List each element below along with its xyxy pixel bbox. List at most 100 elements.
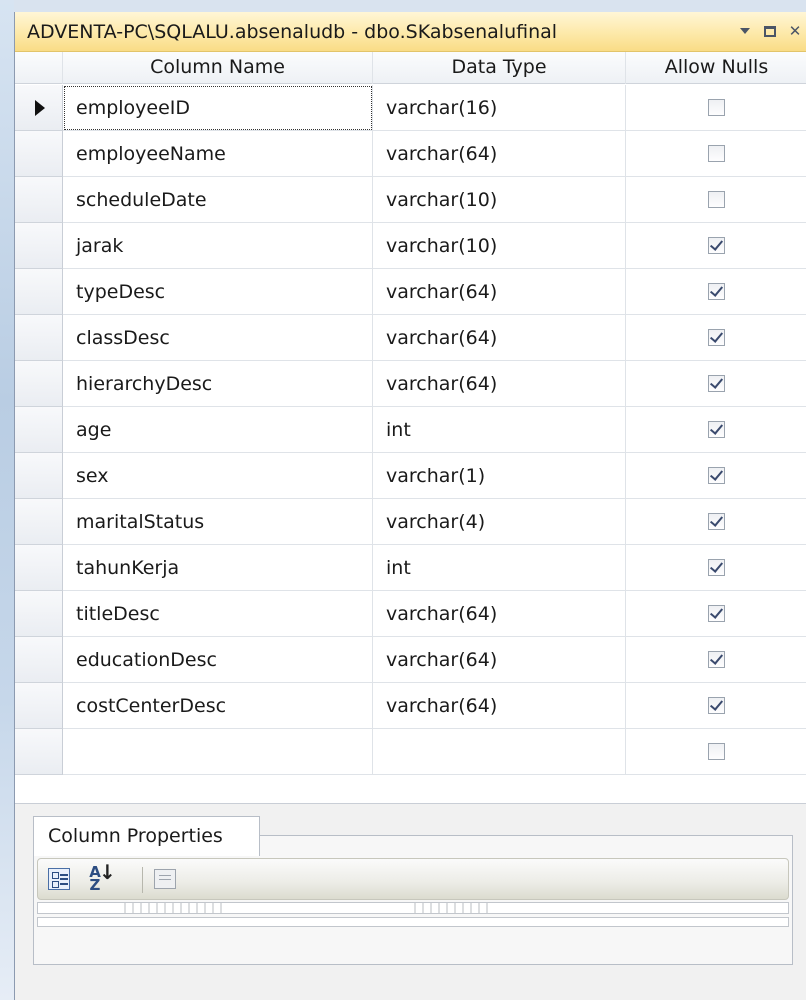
allow-nulls-checkbox[interactable] bbox=[708, 467, 725, 484]
data-type-cell[interactable]: varchar(64) bbox=[373, 591, 626, 637]
column-name-cell[interactable] bbox=[63, 729, 373, 775]
column-name-cell[interactable]: typeDesc bbox=[63, 269, 373, 315]
desktop-background-top bbox=[0, 0, 806, 12]
column-name-cell[interactable]: employeeName bbox=[63, 131, 373, 177]
row-selector[interactable] bbox=[15, 499, 63, 545]
allow-nulls-cell bbox=[626, 269, 806, 315]
table-row[interactable]: employeeName varchar(64) bbox=[15, 131, 806, 177]
table-row[interactable]: hierarchyDesc varchar(64) bbox=[15, 361, 806, 407]
allow-nulls-checkbox[interactable] bbox=[708, 651, 725, 668]
data-type-cell[interactable]: int bbox=[373, 407, 626, 453]
allow-nulls-checkbox[interactable] bbox=[708, 559, 725, 576]
row-selector[interactable] bbox=[15, 637, 63, 683]
data-type-cell[interactable]: varchar(64) bbox=[373, 269, 626, 315]
table-row[interactable]: educationDesc varchar(64) bbox=[15, 637, 806, 683]
column-name-cell[interactable]: hierarchyDesc bbox=[63, 361, 373, 407]
columns-grid: Column Name Data Type Allow Nulls employ… bbox=[15, 52, 806, 804]
alphabetical-sort-icon[interactable]: A Z ↓ bbox=[82, 862, 116, 893]
allow-nulls-checkbox[interactable] bbox=[708, 375, 725, 392]
table-row[interactable]: jarak varchar(10) bbox=[15, 223, 806, 269]
allow-nulls-checkbox[interactable] bbox=[708, 191, 725, 208]
table-row[interactable]: typeDesc varchar(64) bbox=[15, 269, 806, 315]
data-type-cell[interactable]: varchar(64) bbox=[373, 131, 626, 177]
categorized-view-icon[interactable] bbox=[46, 865, 72, 893]
data-type-cell[interactable]: varchar(64) bbox=[373, 637, 626, 683]
row-selector[interactable] bbox=[15, 683, 63, 729]
allow-nulls-checkbox[interactable] bbox=[708, 421, 725, 438]
close-icon[interactable]: ✕ bbox=[787, 22, 803, 40]
table-row[interactable]: age int bbox=[15, 407, 806, 453]
data-type-cell[interactable]: varchar(64) bbox=[373, 683, 626, 729]
allow-nulls-checkbox[interactable] bbox=[708, 697, 725, 714]
table-row[interactable] bbox=[15, 729, 806, 775]
allow-nulls-checkbox[interactable] bbox=[708, 145, 725, 162]
row-selector[interactable] bbox=[15, 729, 63, 775]
window-title: ADVENTA-PC\SQLALU.absenaludb - dbo.SKabs… bbox=[27, 21, 558, 43]
column-name-cell[interactable]: sex bbox=[63, 453, 373, 499]
column-name-cell[interactable]: age bbox=[63, 407, 373, 453]
property-pages-icon[interactable] bbox=[152, 865, 178, 893]
table-row[interactable]: employeeID varchar(16) bbox=[15, 85, 806, 131]
allow-nulls-checkbox[interactable] bbox=[708, 743, 725, 760]
column-name-cell[interactable]: maritalStatus bbox=[63, 499, 373, 545]
column-name-cell[interactable]: costCenterDesc bbox=[63, 683, 373, 729]
window-position-dropdown-icon[interactable] bbox=[737, 22, 753, 40]
row-selector[interactable] bbox=[15, 131, 63, 177]
table-row[interactable]: sex varchar(1) bbox=[15, 453, 806, 499]
table-designer-window: ADVENTA-PC\SQLALU.absenaludb - dbo.SKabs… bbox=[14, 12, 806, 1000]
data-type-cell[interactable]: varchar(10) bbox=[373, 177, 626, 223]
column-name-cell[interactable]: scheduleDate bbox=[63, 177, 373, 223]
allow-nulls-checkbox[interactable] bbox=[708, 237, 725, 254]
table-row[interactable]: maritalStatus varchar(4) bbox=[15, 499, 806, 545]
allow-nulls-checkbox[interactable] bbox=[708, 283, 725, 300]
toolbar-separator bbox=[142, 867, 143, 893]
tab-column-properties[interactable]: Column Properties bbox=[33, 816, 260, 856]
column-name-cell[interactable]: titleDesc bbox=[63, 591, 373, 637]
data-type-cell[interactable]: varchar(10) bbox=[373, 223, 626, 269]
maximize-icon[interactable] bbox=[762, 22, 778, 40]
header-column-name[interactable]: Column Name bbox=[63, 52, 373, 84]
row-selector[interactable] bbox=[15, 223, 63, 269]
row-selector[interactable] bbox=[15, 85, 63, 131]
row-selector[interactable] bbox=[15, 361, 63, 407]
allow-nulls-cell bbox=[626, 177, 806, 223]
data-type-cell[interactable]: varchar(16) bbox=[373, 85, 626, 131]
allow-nulls-checkbox[interactable] bbox=[708, 605, 725, 622]
row-selector[interactable] bbox=[15, 315, 63, 361]
table-row[interactable]: costCenterDesc varchar(64) bbox=[15, 683, 806, 729]
column-name-cell[interactable]: employeeID bbox=[63, 85, 373, 131]
row-selector[interactable] bbox=[15, 177, 63, 223]
column-name-cell[interactable]: educationDesc bbox=[63, 637, 373, 683]
header-allow-nulls[interactable]: Allow Nulls bbox=[626, 52, 806, 84]
allow-nulls-checkbox[interactable] bbox=[708, 513, 725, 530]
table-row[interactable]: classDesc varchar(64) bbox=[15, 315, 806, 361]
document-tab[interactable]: ADVENTA-PC\SQLALU.absenaludb - dbo.SKabs… bbox=[15, 12, 806, 52]
properties-list[interactable] bbox=[37, 902, 789, 914]
allow-nulls-cell bbox=[626, 361, 806, 407]
table-row[interactable]: scheduleDate varchar(10) bbox=[15, 177, 806, 223]
allow-nulls-checkbox[interactable] bbox=[708, 329, 725, 346]
desktop-background-left bbox=[0, 0, 14, 1000]
data-type-cell[interactable]: int bbox=[373, 545, 626, 591]
column-name-cell[interactable]: jarak bbox=[63, 223, 373, 269]
row-selector[interactable] bbox=[15, 453, 63, 499]
row-selector[interactable] bbox=[15, 269, 63, 315]
allow-nulls-cell bbox=[626, 131, 806, 177]
title-controls: ✕ bbox=[737, 20, 803, 42]
row-selector[interactable] bbox=[15, 591, 63, 637]
row-selector[interactable] bbox=[15, 545, 63, 591]
table-row[interactable]: tahunKerja int bbox=[15, 545, 806, 591]
allow-nulls-checkbox[interactable] bbox=[708, 99, 725, 116]
header-data-type[interactable]: Data Type bbox=[373, 52, 626, 84]
data-type-cell[interactable]: varchar(1) bbox=[373, 453, 626, 499]
allow-nulls-cell bbox=[626, 407, 806, 453]
row-selector[interactable] bbox=[15, 407, 63, 453]
data-type-cell[interactable]: varchar(4) bbox=[373, 499, 626, 545]
table-row[interactable]: titleDesc varchar(64) bbox=[15, 591, 806, 637]
data-type-cell[interactable]: varchar(64) bbox=[373, 315, 626, 361]
data-type-cell[interactable] bbox=[373, 729, 626, 775]
allow-nulls-cell bbox=[626, 315, 806, 361]
column-name-cell[interactable]: tahunKerja bbox=[63, 545, 373, 591]
column-name-cell[interactable]: classDesc bbox=[63, 315, 373, 361]
data-type-cell[interactable]: varchar(64) bbox=[373, 361, 626, 407]
